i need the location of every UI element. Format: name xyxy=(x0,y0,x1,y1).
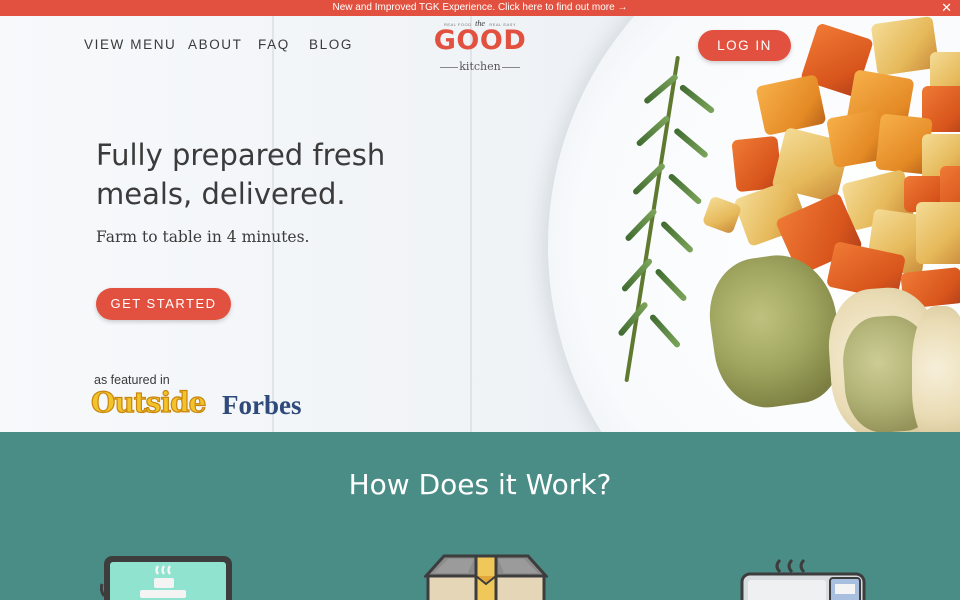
close-icon[interactable]: ✕ xyxy=(941,0,952,16)
hero-subline: Farm to table in 4 minutes. xyxy=(96,228,310,246)
wood-plank-line xyxy=(470,16,472,432)
get-started-button[interactable]: GET STARTED xyxy=(96,288,231,320)
food-image xyxy=(912,306,960,432)
logo-wordmark: GOOD xyxy=(433,25,527,56)
laptop-menu-icon xyxy=(100,556,232,600)
nav-about[interactable]: ABOUT xyxy=(188,37,243,52)
site-logo[interactable]: REAL FOOD the REAL EASY GOOD kitchen xyxy=(426,19,534,75)
section-title: How Does it Work? xyxy=(348,468,612,501)
nav-blog[interactable]: BLOG xyxy=(309,37,353,52)
login-button[interactable]: LOG IN xyxy=(698,30,791,61)
announcement-bar[interactable]: New and Improved TGK Experience. Click h… xyxy=(0,0,960,16)
nav-faq[interactable]: FAQ xyxy=(258,37,290,52)
outside-logo[interactable]: Outside xyxy=(90,385,207,419)
how-it-works-section: How Does it Work? xyxy=(0,432,960,600)
announcement-text[interactable]: New and Improved TGK Experience. Click h… xyxy=(333,2,628,13)
hero-headline: Fully prepared fresh meals, delivered. xyxy=(96,138,386,211)
microwave-icon xyxy=(740,558,866,600)
featured-label: as featured in xyxy=(94,373,170,387)
logo-divider xyxy=(502,67,520,68)
hero-section: Fully prepared fresh meals, delivered. F… xyxy=(0,16,960,432)
nav-view-menu[interactable]: VIEW MENU xyxy=(84,37,176,52)
food-image xyxy=(916,202,960,264)
wood-plank-line xyxy=(272,16,274,432)
forbes-logo[interactable]: Forbes xyxy=(222,390,301,421)
delivery-box-icon xyxy=(424,554,548,600)
